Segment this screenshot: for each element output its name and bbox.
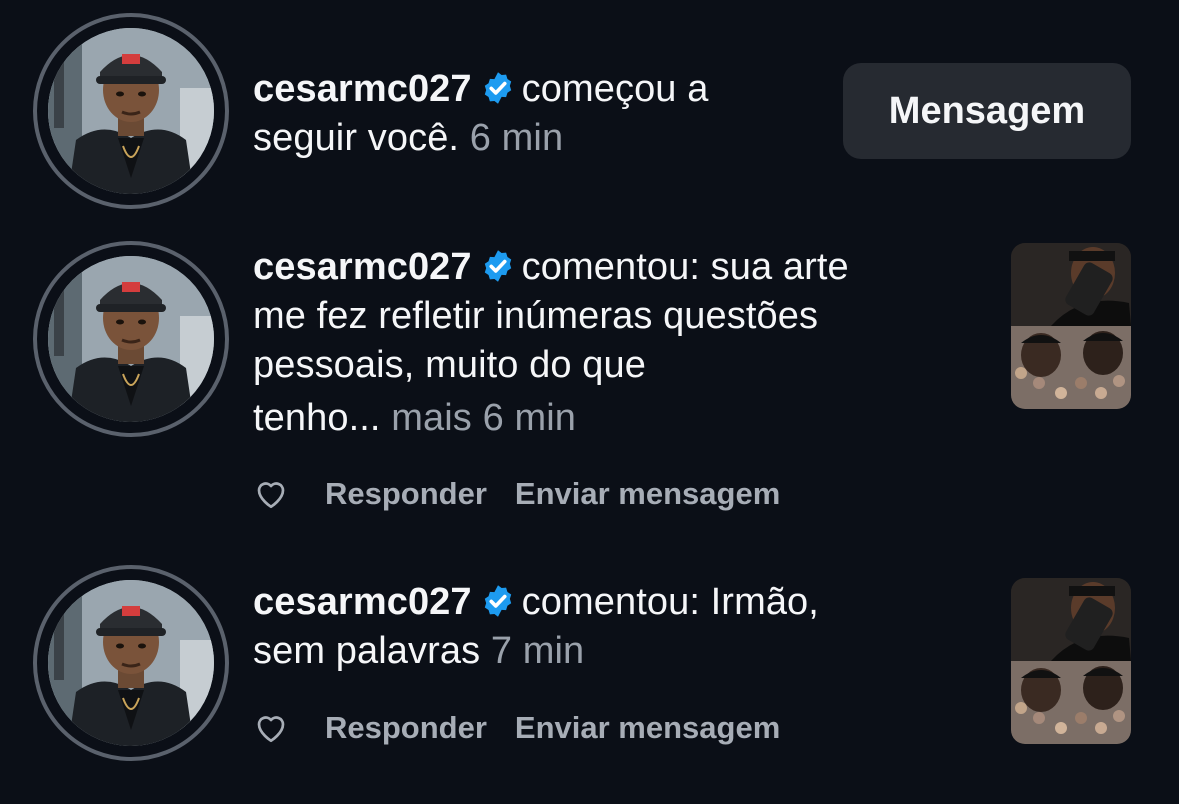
send-message-button[interactable]: Enviar mensagem xyxy=(515,476,780,512)
notification-text: cesarmc027 comentou: sua arte me fez refl… xyxy=(253,246,849,439)
comment-actions: Responder Enviar mensagem xyxy=(253,708,780,748)
notification-text: cesarmc027 começou a seguir você. 6 min xyxy=(253,68,709,159)
reply-button[interactable]: Responder xyxy=(325,476,487,512)
send-message-button[interactable]: Enviar mensagem xyxy=(515,710,780,746)
post-thumbnail[interactable] xyxy=(1011,578,1131,744)
notification-text: cesarmc027 comentou: Irmão, sem palavras … xyxy=(253,581,819,672)
username[interactable]: cesarmc027 xyxy=(253,581,472,623)
heart-icon[interactable] xyxy=(253,476,289,512)
avatar[interactable] xyxy=(33,565,229,761)
username[interactable]: cesarmc027 xyxy=(253,246,472,288)
reply-button[interactable]: Responder xyxy=(325,710,487,746)
username[interactable]: cesarmc027 xyxy=(253,68,472,110)
avatar[interactable] xyxy=(33,241,229,437)
thumbnail-image xyxy=(1011,243,1131,409)
heart-icon[interactable] xyxy=(253,710,289,746)
more-link[interactable]: mais xyxy=(391,397,472,439)
verified-badge-icon xyxy=(484,250,511,282)
timestamp: 7 min xyxy=(490,630,585,672)
post-thumbnail[interactable] xyxy=(1011,243,1131,409)
avatar[interactable] xyxy=(33,13,229,209)
message-button[interactable]: Mensagem xyxy=(843,63,1131,159)
timestamp: 6 min xyxy=(469,117,564,159)
thumbnail-image xyxy=(1011,578,1131,744)
verified-badge-icon xyxy=(484,585,511,617)
avatar-image xyxy=(48,580,214,746)
avatar-image xyxy=(48,28,214,194)
avatar-image xyxy=(48,256,214,422)
timestamp: 6 min xyxy=(482,397,576,439)
comment-actions: Responder Enviar mensagem xyxy=(253,474,780,514)
verified-badge-icon xyxy=(484,72,511,104)
